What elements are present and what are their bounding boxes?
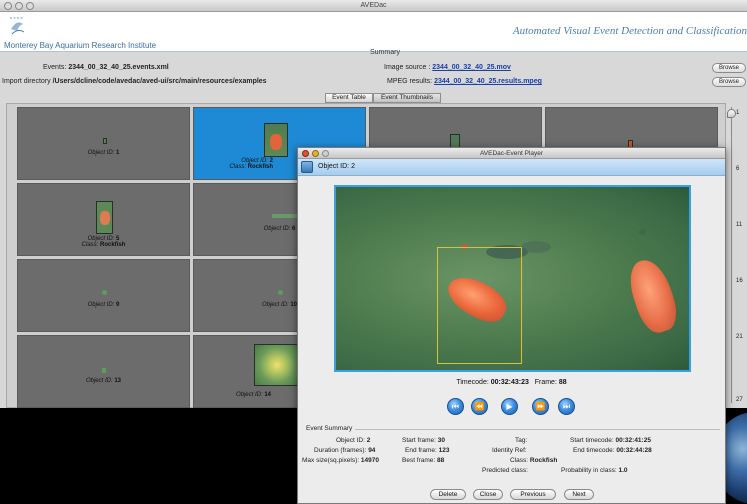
desktop: AVEDac Monterey Bay Aquarium Research In… <box>0 0 747 504</box>
fast-forward-button[interactable]: ⏩ <box>532 398 549 415</box>
thumbnail-label: Object ID: 5 Class: Rockfish <box>81 236 126 248</box>
thumbnail-slider[interactable]: 1 6 11 16 21 27 <box>727 107 745 407</box>
max-size-field: Max size(sq.pixels): 14970 <box>302 457 379 464</box>
thumbnail-cell[interactable]: Object ID: 9 <box>17 259 190 332</box>
app-tagline: Automated Visual Event Detection and Cla… <box>512 25 747 37</box>
rewind-button[interactable]: ⏪ <box>471 398 488 415</box>
slider-tick: 11 <box>736 222 743 228</box>
last-frame-button[interactable]: ⏭ <box>558 398 575 415</box>
events-info: Events: 2344_00_32_40_25.events.xml <box>43 64 169 71</box>
zoom-window-icon[interactable] <box>322 150 329 157</box>
event-player-titlebar: AVEDac-Event Player <box>298 148 725 159</box>
browse-image-source-button[interactable]: Browse <box>712 63 746 73</box>
class-field: Class: Rockfish <box>510 457 558 464</box>
events-label: Events: <box>43 64 67 71</box>
duration-field: Duration (frames): 94 <box>314 447 376 454</box>
events-filename: 2344_00_32_40_25.events.xml <box>68 64 169 71</box>
rewind-icon: ⏪ <box>474 402 485 411</box>
start-frame-field: Start frame: 30 <box>402 437 446 444</box>
close-window-icon[interactable] <box>302 150 309 157</box>
tag-field: Tag: <box>515 437 528 444</box>
thumbnail-label: Object ID: 1 <box>87 150 120 156</box>
last-icon: ⏭ <box>562 402 571 411</box>
slider-tick: 1 <box>736 110 740 116</box>
video-frame[interactable] <box>334 185 691 372</box>
mpeg-results-label: MPEG results: <box>387 78 433 85</box>
import-directory-info: Import directory /Users/dcline/code/aved… <box>2 78 267 85</box>
frame-label: Frame: <box>534 379 557 386</box>
slider-tick: 6 <box>736 166 740 172</box>
probability-field: Probability in class: 1.0 <box>561 467 628 474</box>
next-button[interactable]: Next <box>564 489 594 500</box>
object-icon <box>301 161 313 173</box>
mpeg-results-info: MPEG results: 2344_00_32_40_25.results.m… <box>387 78 542 85</box>
end-timecode-field: End timecode: 00:32:44:28 <box>573 447 652 454</box>
close-button[interactable]: Close <box>473 489 503 500</box>
identity-ref-field: Identity Ref: <box>492 447 527 454</box>
minimize-window-icon[interactable] <box>312 150 319 157</box>
browse-mpeg-button[interactable]: Browse <box>712 77 746 87</box>
event-player-header: Object ID: 2 <box>298 159 725 176</box>
image-source-link[interactable]: 2344_00_32_40_25.mov <box>432 64 511 71</box>
event-summary-legend: Event Summary <box>306 425 356 432</box>
thumbnail-cell[interactable]: Object ID: 5 Class: Rockfish <box>17 183 190 256</box>
slider-tick: 27 <box>736 397 743 403</box>
thumbnail-image <box>96 201 113 234</box>
thumbnail-image <box>102 290 107 295</box>
thumbnail-image <box>102 368 106 373</box>
mbari-logo-icon <box>10 17 25 35</box>
close-window-icon[interactable] <box>4 2 12 10</box>
app-header: Monterey Bay Aquarium Research Institute… <box>0 12 747 52</box>
summary-divider <box>352 429 720 430</box>
thumbnail-cell[interactable]: Object ID: 1 <box>17 107 190 180</box>
first-frame-button[interactable]: ⏮ <box>447 398 464 415</box>
import-directory-label: Import directory <box>2 78 51 85</box>
thumbnail-image <box>103 138 107 144</box>
delete-button[interactable]: Delete <box>430 489 466 500</box>
summary-title: Summary <box>370 49 400 56</box>
event-bounding-box <box>437 247 522 364</box>
tab-event-table[interactable]: Event Table <box>325 93 373 103</box>
end-frame-field: End frame: 123 <box>405 447 450 454</box>
slider-tick: 21 <box>736 334 743 340</box>
thumbnail-cell[interactable]: Object ID: 13 <box>17 335 190 408</box>
object-id-field: Object ID: 2 <box>336 437 371 444</box>
event-player-window: AVEDac-Event Player Object ID: 2 Timecod <box>297 147 726 504</box>
event-player-object-title: Object ID: 2 <box>318 163 355 170</box>
thumbnail-image <box>264 123 288 157</box>
minimize-window-icon[interactable] <box>15 2 23 10</box>
previous-button[interactable]: Previous <box>510 489 556 500</box>
main-window-title: AVEDac <box>360 2 387 9</box>
event-player-title: AVEDac-Event Player <box>479 150 544 157</box>
event-summary: Event Summary Object ID: 2 Duration (fra… <box>302 425 722 485</box>
org-name: Monterey Bay Aquarium Research Institute <box>4 41 157 50</box>
slider-tick: 16 <box>736 278 743 284</box>
import-directory-path: /Users/dcline/code/avedac/aved-ui/src/ma… <box>52 78 267 85</box>
thumbnail-label: Object ID: 13 <box>85 378 122 384</box>
best-frame-field: Best frame: 88 <box>402 457 445 464</box>
timecode-label: Timecode: <box>456 379 489 386</box>
mpeg-results-link[interactable]: 2344_00_32_40_25.results.mpeg <box>434 78 542 85</box>
timecode-row: Timecode: 00:32:43:23 Frame: 88 <box>298 379 725 386</box>
thumbnail-image <box>254 344 300 386</box>
thumbnail-image <box>278 290 283 295</box>
tab-event-thumbnails[interactable]: Event Thumbnails <box>373 93 441 103</box>
first-icon: ⏮ <box>451 402 460 411</box>
image-source-info: Image source : 2344_00_32_40_25.mov <box>384 64 511 71</box>
zoom-window-icon[interactable] <box>26 2 34 10</box>
timecode-value: 00:32:43:23 <box>490 379 529 386</box>
slider-handle[interactable] <box>727 109 736 118</box>
frame-value: 88 <box>558 379 567 386</box>
start-timecode-field: Start timecode: 00:32:41:25 <box>570 437 651 444</box>
predicted-class-field: Predicted class: <box>482 467 528 474</box>
main-window-titlebar: AVEDac <box>0 0 747 12</box>
play-button[interactable]: ▶ <box>501 398 518 415</box>
fast-forward-icon: ⏩ <box>535 402 546 411</box>
thumbnail-label: Object ID: 9 <box>87 302 120 308</box>
play-icon: ▶ <box>506 402 513 411</box>
image-source-label: Image source : <box>384 64 431 71</box>
